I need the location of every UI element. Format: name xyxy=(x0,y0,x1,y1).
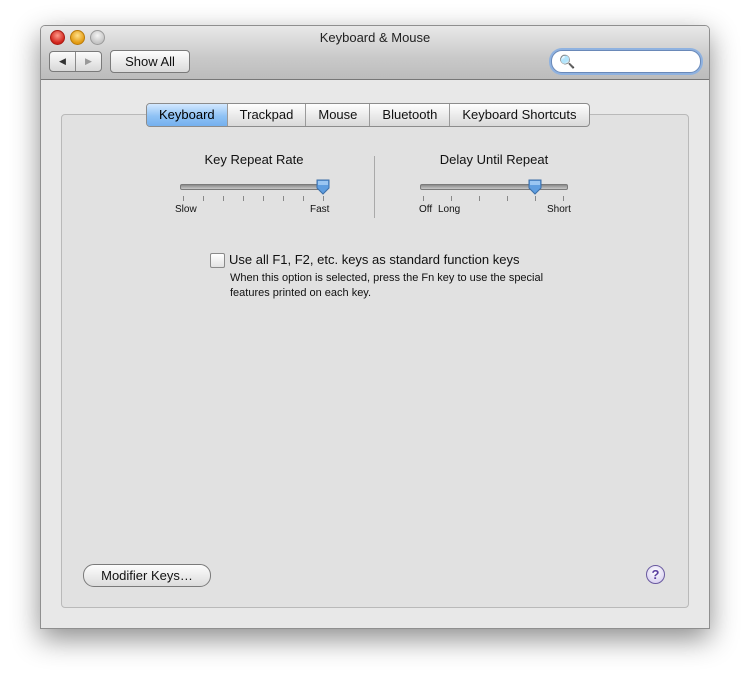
delay-repeat-slider[interactable] xyxy=(420,184,568,190)
delay-repeat-title: Delay Until Repeat xyxy=(439,152,549,167)
function-keys-checkbox[interactable] xyxy=(210,253,225,268)
slider-divider xyxy=(374,156,375,218)
toolbar: Keyboard & Mouse ◀ ▶ Show All 🔍 xyxy=(41,26,709,80)
key-repeat-tick xyxy=(303,196,304,201)
key-repeat-slider-knob[interactable] xyxy=(316,179,330,195)
delay-repeat-tick xyxy=(451,196,452,201)
tab-keyboard-shortcuts[interactable]: Keyboard Shortcuts xyxy=(449,104,588,126)
settings-panel xyxy=(61,114,689,608)
preferences-window: Keyboard & Mouse ◀ ▶ Show All 🔍 Keyboard… xyxy=(40,25,710,629)
tab-mouse[interactable]: Mouse xyxy=(305,104,369,126)
key-repeat-slider[interactable] xyxy=(180,184,328,190)
delay-repeat-tick xyxy=(535,196,536,201)
delay-repeat-tick xyxy=(507,196,508,201)
key-repeat-tick xyxy=(283,196,284,201)
key-repeat-title: Key Repeat Rate xyxy=(204,152,304,167)
key-repeat-tick xyxy=(263,196,264,201)
show-all-button[interactable]: Show All xyxy=(110,50,190,73)
key-repeat-tick xyxy=(323,196,324,201)
tab-keyboard[interactable]: Keyboard xyxy=(147,104,227,126)
key-repeat-min-label: Slow xyxy=(175,204,197,215)
key-repeat-tick xyxy=(203,196,204,201)
delay-repeat-tick xyxy=(563,196,564,201)
delay-repeat-slider-knob[interactable] xyxy=(528,179,542,195)
search-input[interactable] xyxy=(574,53,696,71)
delay-repeat-tick xyxy=(423,196,424,201)
forward-button[interactable]: ▶ xyxy=(75,52,101,71)
key-repeat-tick xyxy=(183,196,184,201)
help-button[interactable]: ? xyxy=(646,565,665,584)
search-icon: 🔍 xyxy=(559,54,576,69)
delay-repeat-off-label: Off xyxy=(419,204,433,215)
key-repeat-tick xyxy=(243,196,244,201)
tab-bar: Keyboard Trackpad Mouse Bluetooth Keyboard S… xyxy=(146,103,590,127)
delay-repeat-tick xyxy=(479,196,480,201)
back-forward-control: ◀ ▶ xyxy=(49,51,102,72)
delay-repeat-short-label: Short xyxy=(547,204,571,215)
modifier-keys-button[interactable]: Modifier Keys… xyxy=(83,564,211,587)
function-keys-description: When this option is selected, press the … xyxy=(230,272,544,299)
tab-bluetooth[interactable]: Bluetooth xyxy=(369,104,449,126)
key-repeat-tick xyxy=(223,196,224,201)
delay-repeat-long-label: Long xyxy=(438,204,461,215)
tab-trackpad[interactable]: Trackpad xyxy=(226,104,306,126)
key-repeat-max-label: Fast xyxy=(310,204,330,215)
function-keys-label[interactable]: Use all F1, F2, etc. keys as standard fu… xyxy=(229,252,519,267)
search-field[interactable]: 🔍 xyxy=(551,50,701,73)
window-title: Keyboard & Mouse xyxy=(319,30,431,45)
back-button[interactable]: ◀ xyxy=(50,52,75,71)
